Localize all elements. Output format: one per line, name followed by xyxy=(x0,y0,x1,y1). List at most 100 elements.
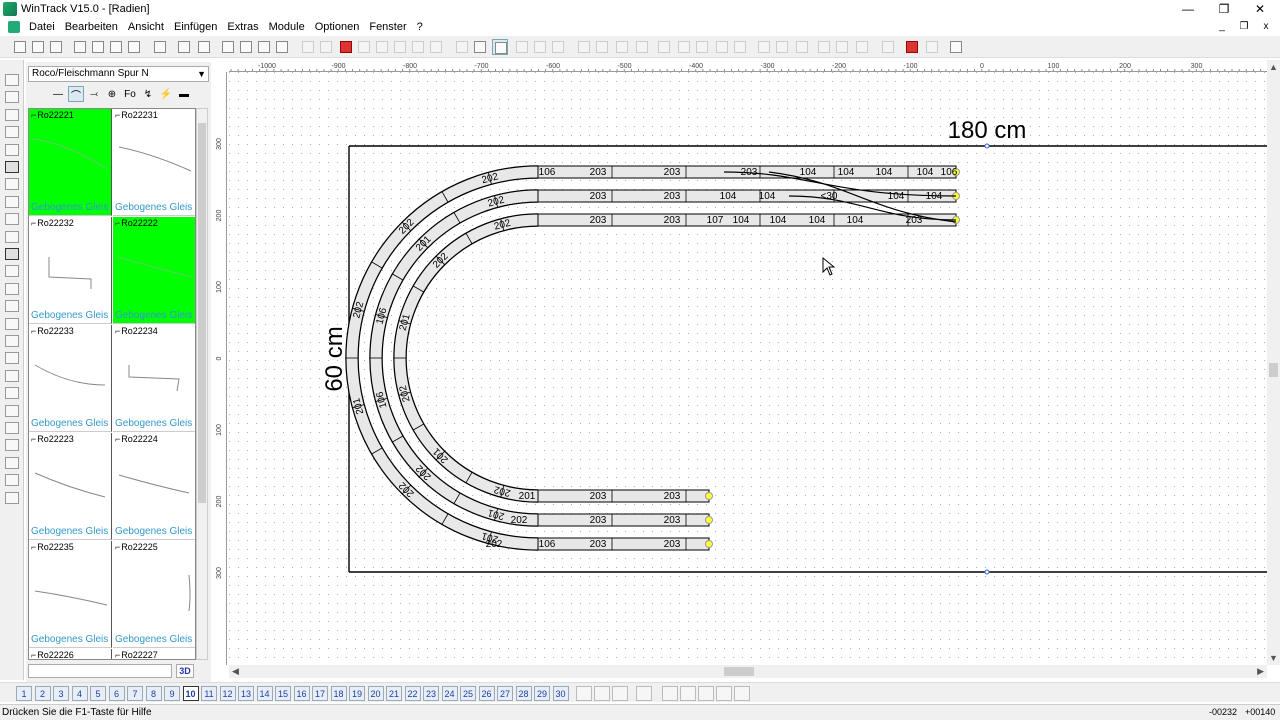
ruler-tool-icon[interactable] xyxy=(5,404,19,417)
join-tool-button[interactable] xyxy=(794,39,810,55)
flex-track-tool-icon[interactable] xyxy=(5,74,19,86)
snap-tool-button[interactable] xyxy=(774,39,790,55)
paste-block-button[interactable] xyxy=(374,39,390,55)
page-tab-2[interactable]: 2 xyxy=(34,686,51,701)
signals-tab[interactable]: ↯ xyxy=(140,86,156,102)
select-tool-button[interactable] xyxy=(454,39,470,55)
library-item[interactable]: Ro22233 Gebogenes Gleis xyxy=(29,325,112,432)
page-tab-30[interactable]: 30 xyxy=(552,686,569,701)
mdi-close-button[interactable]: x xyxy=(1256,18,1276,35)
page-tab-15[interactable]: 15 xyxy=(275,686,291,701)
misc2-tool-icon[interactable] xyxy=(5,491,19,504)
chevron-down-icon[interactable]: ▼ xyxy=(197,67,206,81)
layout-canvas[interactable]: 180 cm 60 cm 106 203 203 203 104 104 104 104 106… xyxy=(229,72,1267,665)
print-button[interactable] xyxy=(90,39,106,55)
split-tool-button[interactable] xyxy=(472,39,488,55)
library-item[interactable]: Ro22222 Gebogenes Gleis xyxy=(113,217,195,324)
print-preview-button[interactable] xyxy=(72,39,88,55)
bridge-tool-icon[interactable] xyxy=(5,213,19,226)
layer-tool-button[interactable] xyxy=(816,39,832,55)
connect-tool-button[interactable] xyxy=(532,39,548,55)
angle-tool-button[interactable] xyxy=(714,39,730,55)
horizontal-scroll-thumb[interactable] xyxy=(724,667,754,676)
switch-tab[interactable]: ⤙ xyxy=(86,86,102,102)
curved-track-tab[interactable]: ⌒ xyxy=(68,86,84,102)
copy-block-button[interactable] xyxy=(356,39,372,55)
page-tab-4[interactable]: 4 xyxy=(71,686,88,701)
straight-tool-button[interactable] xyxy=(514,39,530,55)
close-button[interactable]: ✕ xyxy=(1242,0,1278,18)
layer-down-button[interactable] xyxy=(854,39,870,55)
dimension-tool-icon[interactable] xyxy=(5,422,19,434)
track-layer-icon[interactable] xyxy=(594,686,610,701)
accessories-tab[interactable]: Fo xyxy=(122,86,138,102)
menu-optionen[interactable]: Optionen xyxy=(310,21,365,33)
menu-bearbeiten[interactable]: Bearbeiten xyxy=(60,21,123,33)
page-tab-10[interactable]: 10 xyxy=(182,686,199,701)
buildings-tab[interactable]: ▬ xyxy=(176,86,192,102)
page-tab-11[interactable]: 11 xyxy=(201,686,217,701)
minimize-button[interactable]: — xyxy=(1170,0,1206,18)
page-tab-21[interactable]: 21 xyxy=(386,686,402,701)
library-item[interactable]: Ro22225 Gebogenes Gleis xyxy=(113,541,195,648)
signal-tool-button[interactable] xyxy=(924,39,940,55)
dimension-handle[interactable] xyxy=(984,569,990,575)
page-tab-25[interactable]: 25 xyxy=(460,686,476,701)
page-tab-26[interactable]: 26 xyxy=(478,686,495,701)
menu-extras[interactable]: Extras xyxy=(222,21,263,33)
page-tab-1[interactable]: 1 xyxy=(16,686,32,701)
scroll-right-icon[interactable]: ▶ xyxy=(1257,666,1264,677)
track-end-marker[interactable] xyxy=(705,492,713,500)
page-add-icon[interactable] xyxy=(662,686,678,701)
landscape-layer-icon[interactable] xyxy=(612,686,628,701)
page-tab-20[interactable]: 20 xyxy=(367,686,384,701)
library-item[interactable]: Ro22221 Gebogenes Gleis xyxy=(29,109,112,216)
landscape-tool-icon[interactable] xyxy=(5,439,19,452)
page-tab-5[interactable]: 5 xyxy=(90,686,106,701)
vertical-scrollbar[interactable]: ▲ ▼ xyxy=(1267,60,1280,665)
library-item[interactable]: Ro22232 Gebogenes Gleis xyxy=(29,217,112,324)
calculator-button[interactable] xyxy=(126,39,142,55)
page-tab-28[interactable]: 28 xyxy=(515,686,532,701)
cut-tool-icon[interactable] xyxy=(5,195,19,208)
layer-manager-icon[interactable] xyxy=(636,686,652,701)
library-scroll-thumb[interactable] xyxy=(198,123,206,503)
mirror-tool-button[interactable] xyxy=(594,39,610,55)
new-file-button[interactable] xyxy=(12,39,28,55)
page-tab-27[interactable]: 27 xyxy=(497,686,513,701)
context-help-button[interactable] xyxy=(948,39,964,55)
library-item[interactable]: Ro22224 Gebogenes Gleis xyxy=(113,433,195,540)
library-item[interactable]: Ro22235 Gebogenes Gleis xyxy=(29,541,112,648)
straight-track-tab[interactable]: — xyxy=(50,86,66,102)
track-end-marker[interactable] xyxy=(705,516,713,524)
turntable-tab[interactable]: ⊕ xyxy=(104,86,120,102)
menu-ansicht[interactable]: Ansicht xyxy=(123,21,169,33)
turntable-tool-icon[interactable] xyxy=(5,161,19,173)
library-item[interactable]: Ro22223 Gebogenes Gleis xyxy=(29,433,112,540)
switch-tool-icon[interactable] xyxy=(5,126,19,139)
menu-datei[interactable]: Datei xyxy=(24,21,60,33)
straight-track[interactable] xyxy=(537,489,710,503)
straight-track-tool-icon[interactable] xyxy=(5,91,19,104)
font-tool-icon[interactable] xyxy=(5,456,19,469)
page-delete-icon[interactable] xyxy=(698,686,714,701)
signal-tool-icon[interactable] xyxy=(5,178,19,191)
curve-tool-button[interactable] xyxy=(492,39,508,55)
grid-tool-icon[interactable] xyxy=(5,387,19,400)
mdi-restore-button[interactable]: ❐ xyxy=(1234,18,1254,35)
align-tool-button[interactable] xyxy=(576,39,592,55)
rotate-tool-button[interactable] xyxy=(614,39,630,55)
page-tab-13[interactable]: 13 xyxy=(238,686,254,701)
lightning-tool-button[interactable] xyxy=(904,39,920,55)
print-setup-button[interactable] xyxy=(108,39,124,55)
page-tab-22[interactable]: 22 xyxy=(404,686,421,701)
undo-button[interactable] xyxy=(300,39,316,55)
magnet-tool-button[interactable] xyxy=(756,39,772,55)
import-button[interactable] xyxy=(152,39,168,55)
page-tab-24[interactable]: 24 xyxy=(441,686,458,701)
misc1-tool-icon[interactable] xyxy=(5,474,19,487)
track-end-marker[interactable] xyxy=(705,540,713,548)
layer-tool-icon[interactable] xyxy=(5,369,19,382)
maximize-button[interactable]: ❐ xyxy=(1206,0,1242,18)
open-folder-button[interactable] xyxy=(30,39,46,55)
